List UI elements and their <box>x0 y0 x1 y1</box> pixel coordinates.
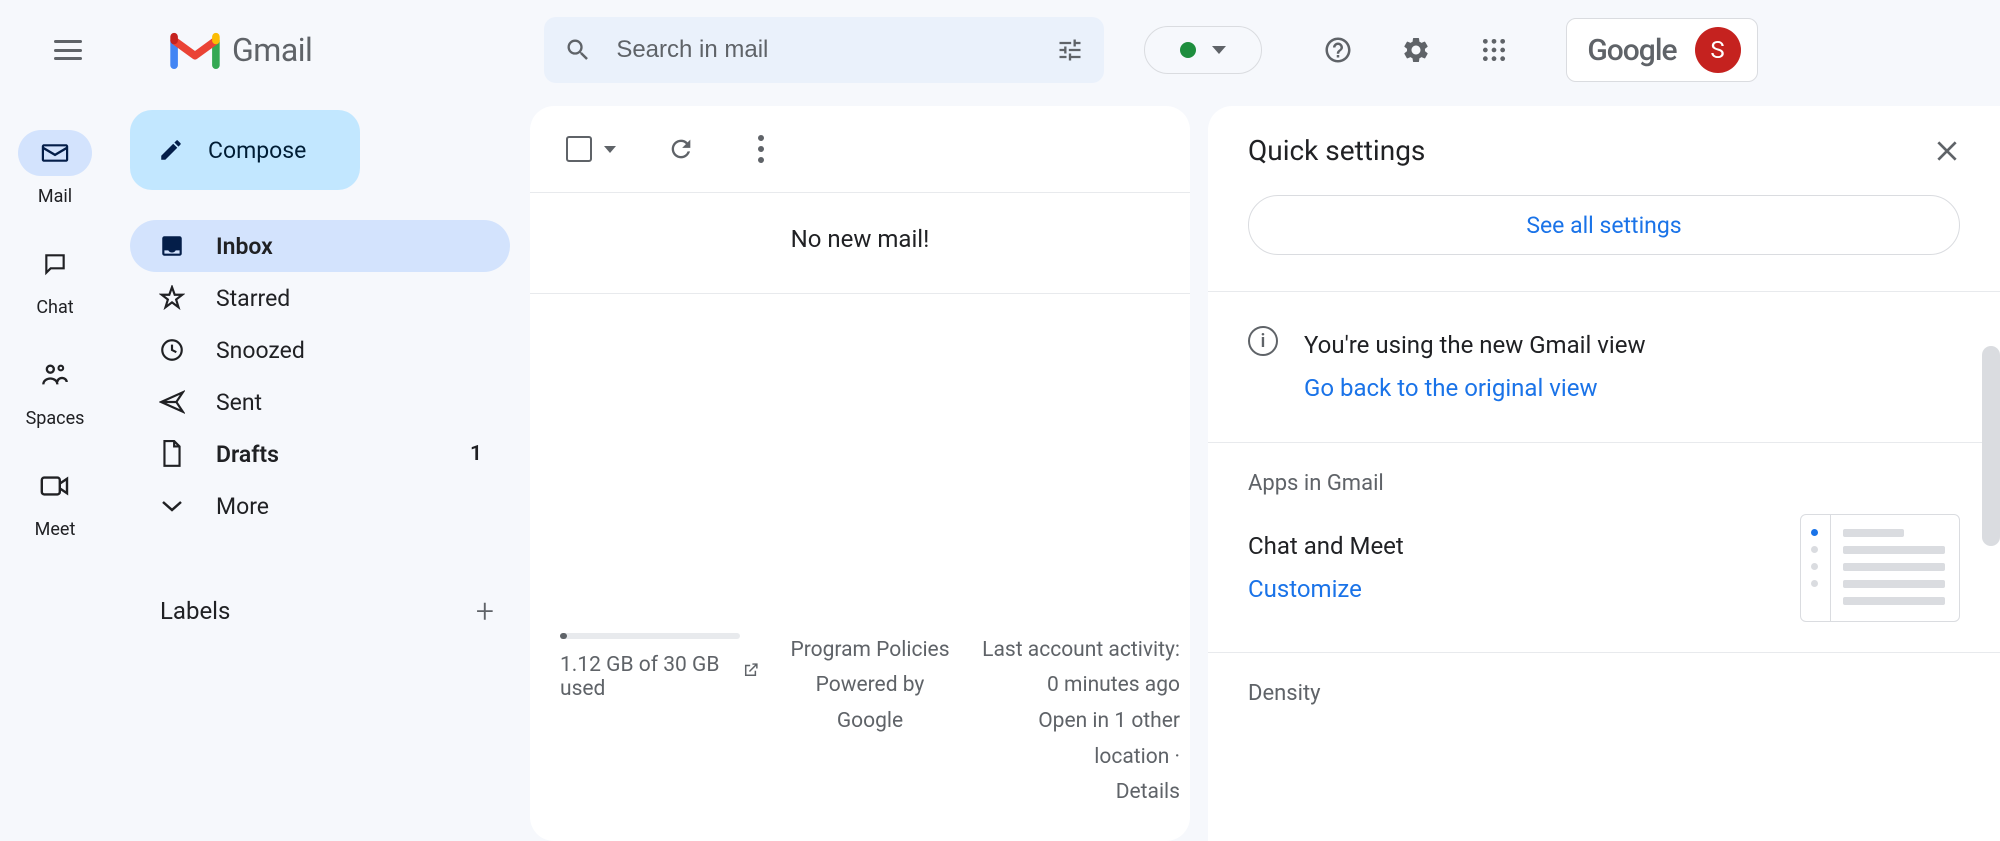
activity-line1: Last account activity: 0 minutes ago <box>980 633 1180 704</box>
rail-item-mail[interactable]: Mail <box>18 130 92 207</box>
main-menu-button[interactable] <box>38 20 98 80</box>
close-settings-button[interactable] <box>1934 138 1960 164</box>
scrollbar[interactable] <box>1982 346 2000 546</box>
mail-icon <box>41 142 69 164</box>
go-back-link[interactable]: Go back to the original view <box>1304 367 1646 410</box>
support-button[interactable] <box>1314 26 1362 74</box>
more-vert-icon <box>758 135 764 163</box>
customize-link[interactable]: Customize <box>1248 568 1404 611</box>
layout-preview[interactable] <box>1800 514 1960 622</box>
chat-icon <box>41 251 69 277</box>
nav-item-inbox[interactable]: Inbox <box>130 220 510 272</box>
apps-in-gmail-label: Apps in Gmail <box>1248 443 1960 514</box>
nav-label-starred: Starred <box>216 285 290 312</box>
rail-item-spaces[interactable]: Spaces <box>18 352 92 429</box>
labels-title: Labels <box>160 597 230 625</box>
search-icon <box>564 36 592 64</box>
rail-label-mail: Mail <box>38 186 72 207</box>
avatar[interactable]: S <box>1695 27 1741 73</box>
compose-button[interactable]: Compose <box>130 110 360 190</box>
toolbar <box>530 134 1190 193</box>
activity-details-link[interactable]: Details <box>980 775 1180 811</box>
hamburger-icon <box>54 40 82 60</box>
storage-text: 1.12 GB of 30 GB used <box>560 653 730 701</box>
nav-label-more: More <box>216 493 269 520</box>
new-view-info: i You're using the new Gmail view Go bac… <box>1248 292 1960 442</box>
tune-icon[interactable] <box>1056 36 1084 64</box>
help-icon <box>1323 35 1353 65</box>
empty-inbox-message: No new mail! <box>530 193 1190 294</box>
pencil-icon <box>158 137 184 163</box>
chat-and-meet-label: Chat and Meet <box>1248 525 1404 568</box>
nav-label-drafts: Drafts <box>216 441 279 468</box>
select-all-combo[interactable] <box>566 136 616 162</box>
chevron-down-icon <box>161 499 183 513</box>
chevron-down-icon <box>1212 46 1226 54</box>
clock-icon <box>159 337 185 363</box>
more-actions-button[interactable] <box>746 134 776 164</box>
header: Gmail Google S <box>0 0 2000 100</box>
rail-label-meet: Meet <box>35 519 76 540</box>
density-label: Density <box>1248 653 1960 724</box>
compose-label: Compose <box>208 137 306 164</box>
google-account-badge[interactable]: Google S <box>1566 18 1757 82</box>
meet-icon <box>40 474 70 498</box>
open-in-new-icon[interactable] <box>742 659 760 681</box>
storage-bar <box>560 633 740 639</box>
spaces-icon <box>40 361 70 389</box>
app-rail: Mail Chat Spaces Meet <box>0 100 110 841</box>
nav-item-sent[interactable]: Sent <box>130 376 510 428</box>
status-pill[interactable] <box>1144 26 1262 74</box>
google-word: Google <box>1587 33 1676 68</box>
send-icon <box>159 389 185 415</box>
info-icon: i <box>1248 326 1278 356</box>
rail-item-meet[interactable]: Meet <box>18 463 92 540</box>
nav-item-more[interactable]: More <box>130 480 510 532</box>
new-view-message: You're using the new Gmail view <box>1304 324 1646 367</box>
active-status-dot <box>1180 42 1196 58</box>
search-bar[interactable] <box>544 17 1104 83</box>
quick-settings-title: Quick settings <box>1248 134 1425 167</box>
nav-label-inbox: Inbox <box>216 233 273 260</box>
select-all-checkbox[interactable] <box>566 136 592 162</box>
activity-line2: Open in 1 other location · <box>980 704 1180 775</box>
select-caret-icon <box>604 146 616 153</box>
file-icon <box>160 440 184 468</box>
refresh-button[interactable] <box>666 134 696 164</box>
star-icon <box>159 285 185 311</box>
add-label-button[interactable]: + <box>476 592 494 630</box>
nav-item-drafts[interactable]: Drafts 1 <box>130 428 510 480</box>
nav-label-sent: Sent <box>216 389 262 416</box>
labels-header: Labels + <box>130 592 514 630</box>
close-icon <box>1934 138 1960 164</box>
settings-button[interactable] <box>1392 26 1440 74</box>
gear-icon <box>1401 35 1431 65</box>
nav-item-snoozed[interactable]: Snoozed <box>130 324 510 376</box>
refresh-icon <box>667 135 695 163</box>
gmail-text: Gmail <box>232 31 312 69</box>
drafts-count: 1 <box>470 442 482 466</box>
search-input[interactable] <box>616 36 1056 64</box>
rail-item-chat[interactable]: Chat <box>18 241 92 318</box>
main-panel: No new mail! 1.12 GB of 30 GB used Progr… <box>530 106 1190 841</box>
rail-label-chat: Chat <box>36 297 73 318</box>
quick-settings-panel: Quick settings See all settings i You're… <box>1208 106 2000 841</box>
apps-grid-icon <box>1481 37 1507 63</box>
nav-label-snoozed: Snoozed <box>216 337 305 364</box>
powered-by-text: Powered by Google <box>780 668 960 739</box>
footer: 1.12 GB of 30 GB used Program Policies P… <box>530 633 1190 811</box>
gmail-logo[interactable]: Gmail <box>170 31 312 69</box>
see-all-settings-button[interactable]: See all settings <box>1248 195 1960 255</box>
gmail-m-icon <box>170 31 220 69</box>
inbox-icon <box>159 233 185 259</box>
rail-label-spaces: Spaces <box>26 408 85 429</box>
google-apps-button[interactable] <box>1470 26 1518 74</box>
sidebar: Compose Inbox Starred Snoozed Sent Draft… <box>110 100 530 841</box>
program-policies-link[interactable]: Program Policies <box>780 633 960 669</box>
nav-item-starred[interactable]: Starred <box>130 272 510 324</box>
